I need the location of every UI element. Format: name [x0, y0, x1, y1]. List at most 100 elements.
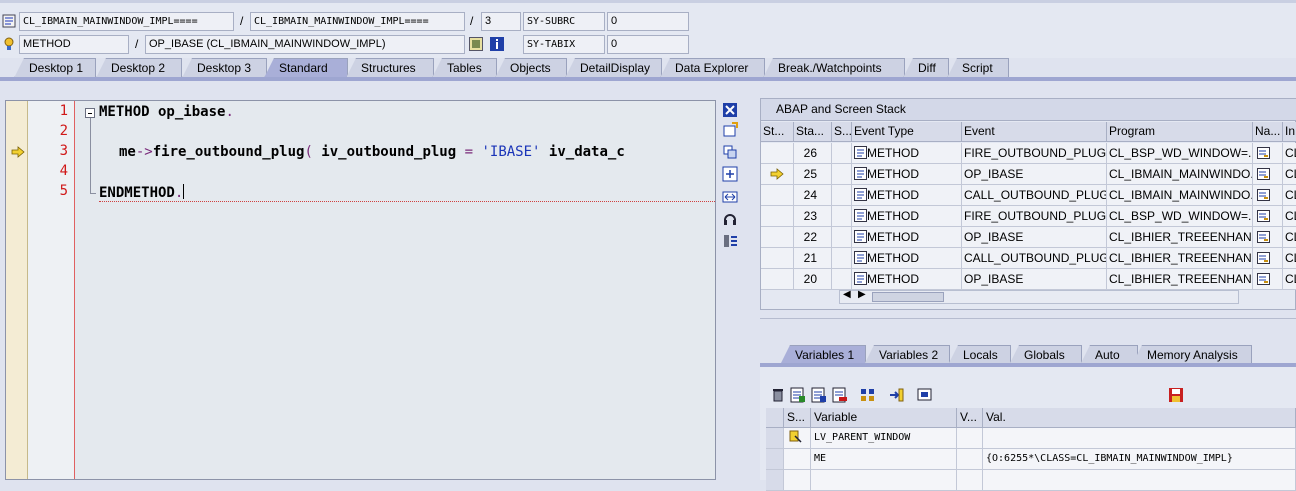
close-icon[interactable] — [722, 102, 738, 118]
value-cell[interactable]: {O:6255*\CLASS=CL_IBMAIN_MAINWINDOW_IMPL… — [983, 449, 1296, 470]
info-icon[interactable] — [490, 37, 504, 51]
stack-navigate-cell[interactable] — [1253, 164, 1283, 185]
stack-level-cell[interactable]: 26 — [794, 143, 832, 164]
stack-event-cell[interactable]: OP_IBASE — [962, 269, 1107, 290]
navigate-source-icon[interactable] — [1257, 168, 1270, 180]
stack-navigate-cell[interactable] — [1253, 248, 1283, 269]
navigate-source-icon[interactable] — [1257, 189, 1270, 201]
navigate-source-icon[interactable] — [1257, 273, 1270, 285]
scroll-right-icon[interactable]: ▶ — [858, 289, 866, 300]
stack-event-cell[interactable]: OP_IBASE — [962, 227, 1107, 248]
navigate-icon[interactable] — [888, 387, 904, 403]
stack-program-cell[interactable]: CL_BSP_WD_WINDOW=... — [1107, 143, 1253, 164]
row-selector[interactable] — [766, 428, 784, 449]
sysvar2-value-field[interactable]: 0 — [607, 35, 689, 54]
stack-program-cell[interactable]: CL_IBHIER_TREEENHAN... — [1107, 269, 1253, 290]
column-header[interactable]: S... — [784, 408, 811, 428]
row-selector[interactable] — [766, 470, 784, 491]
new-tool-icon[interactable] — [722, 122, 738, 138]
navigate-source-icon[interactable] — [1257, 147, 1270, 159]
tab-variables-2[interactable]: Variables 2 — [864, 345, 950, 365]
value-cell[interactable] — [983, 428, 1296, 449]
stack-program-cell[interactable]: CL_IBMAIN_MAINWINDO... — [1107, 185, 1253, 206]
tab-locals[interactable]: Locals — [948, 345, 1011, 365]
stack-level-cell[interactable]: 25 — [794, 164, 832, 185]
sysvar-value-field[interactable]: 0 — [607, 12, 689, 31]
column-header[interactable]: S... — [832, 122, 852, 142]
stack-event-cell[interactable]: OP_IBASE — [962, 164, 1107, 185]
stack-event-type-cell[interactable]: METHOD — [852, 248, 962, 269]
delete-icon[interactable] — [770, 387, 786, 403]
stack-event-cell[interactable]: FIRE_OUTBOUND_PLUG — [962, 143, 1107, 164]
stack-event-type-cell[interactable]: METHOD — [852, 185, 962, 206]
stack-level-cell[interactable]: 23 — [794, 206, 832, 227]
row-selector[interactable] — [766, 449, 784, 470]
stack-program-cell[interactable]: CL_IBHIER_TREEENHAN... — [1107, 227, 1253, 248]
sysvar-name-field[interactable]: SY-SUBRC — [523, 12, 605, 31]
tab-script[interactable]: Script — [947, 58, 1009, 78]
column-header[interactable]: V... — [957, 408, 983, 428]
variable-name-cell[interactable] — [811, 470, 957, 491]
stack-program-cell[interactable]: CL_IBMAIN_MAINWINDO... — [1107, 164, 1253, 185]
stack-navigate-cell[interactable] — [1253, 143, 1283, 164]
source-editor[interactable]: 1 2 3 4 5 METHOD op_ibase. me->fire_outb… — [5, 100, 716, 480]
tab-diff[interactable]: Diff — [903, 58, 949, 78]
tab-globals[interactable]: Globals — [1009, 345, 1082, 365]
append-row-icon[interactable] — [811, 387, 827, 403]
replace-tool-icon[interactable] — [722, 144, 738, 160]
variable-name-cell[interactable]: LV_PARENT_WINDOW — [811, 428, 957, 449]
column-header[interactable]: Program — [1107, 122, 1253, 142]
stack-event-type-cell[interactable]: METHOD — [852, 143, 962, 164]
swap-icon[interactable] — [722, 189, 738, 205]
stack-navigate-cell[interactable] — [1253, 269, 1283, 290]
stack-level-cell[interactable]: 21 — [794, 248, 832, 269]
maximize-icon[interactable] — [722, 166, 738, 182]
horizontal-scrollbar[interactable]: ◀ ▶ — [839, 289, 1239, 304]
stack-event-type-cell[interactable]: METHOD — [852, 164, 962, 185]
tab-auto[interactable]: Auto — [1080, 345, 1138, 365]
stack-level-cell[interactable]: 24 — [794, 185, 832, 206]
tab-desktop-2[interactable]: Desktop 2 — [96, 58, 182, 78]
line-number-field[interactable]: 3 — [481, 12, 521, 31]
scrollbar-thumb[interactable] — [872, 292, 944, 302]
column-header[interactable]: Event Type — [852, 122, 962, 142]
tab-memory-analysis[interactable]: Memory Analysis — [1132, 345, 1252, 365]
insert-row-icon[interactable] — [790, 387, 806, 403]
services-icon[interactable] — [722, 211, 738, 227]
tab-desktop-3[interactable]: Desktop 3 — [182, 58, 267, 78]
tab-desktop-1[interactable]: Desktop 1 — [14, 58, 96, 78]
column-header[interactable]: St... — [761, 122, 794, 142]
stack-event-type-cell[interactable]: METHOD — [852, 206, 962, 227]
stack-navigate-cell[interactable] — [1253, 227, 1283, 248]
tab-structures[interactable]: Structures — [346, 58, 434, 78]
program-field[interactable]: CL_IBMAIN_MAINWINDOW_IMPL==== — [19, 12, 234, 31]
tab-tables[interactable]: Tables — [432, 58, 497, 78]
display-object-icon[interactable] — [469, 37, 483, 51]
stack-level-cell[interactable]: 22 — [794, 227, 832, 248]
include-field[interactable]: CL_IBMAIN_MAINWINDOW_IMPL==== — [250, 12, 465, 31]
column-header[interactable]: Val. — [983, 408, 1296, 428]
tab-objects[interactable]: Objects — [495, 58, 567, 78]
navigate-source-icon[interactable] — [1257, 231, 1270, 243]
stack-event-type-cell[interactable]: METHOD — [852, 269, 962, 290]
stack-event-cell[interactable]: CALL_OUTBOUND_PLUG — [962, 185, 1107, 206]
tab-variables-1[interactable]: Variables 1 — [780, 345, 866, 365]
column-header[interactable]: Sta... — [794, 122, 832, 142]
event-field[interactable]: OP_IBASE (CL_IBMAIN_MAINWINDOW_IMPL) — [145, 35, 465, 54]
settings-icon[interactable] — [722, 233, 738, 249]
fold-toggle-icon[interactable] — [85, 108, 95, 118]
stack-navigate-cell[interactable] — [1253, 185, 1283, 206]
tab-breakpoints[interactable]: Break./Watchpoints — [763, 58, 905, 78]
variable-name-cell[interactable]: ME — [811, 449, 957, 470]
stack-navigate-cell[interactable] — [1253, 206, 1283, 227]
stack-event-type-cell[interactable]: METHOD — [852, 227, 962, 248]
navigate-source-icon[interactable] — [1257, 210, 1270, 222]
column-header[interactable]: In — [1283, 122, 1296, 142]
expand-all-icon[interactable] — [860, 387, 876, 403]
event-type-field[interactable]: METHOD — [19, 35, 129, 54]
tab-standard[interactable]: Standard — [264, 58, 348, 78]
stack-level-cell[interactable]: 20 — [794, 269, 832, 290]
column-header[interactable]: Event — [962, 122, 1107, 142]
display-icon[interactable] — [917, 387, 933, 403]
stack-event-cell[interactable]: FIRE_OUTBOUND_PLUG — [962, 206, 1107, 227]
